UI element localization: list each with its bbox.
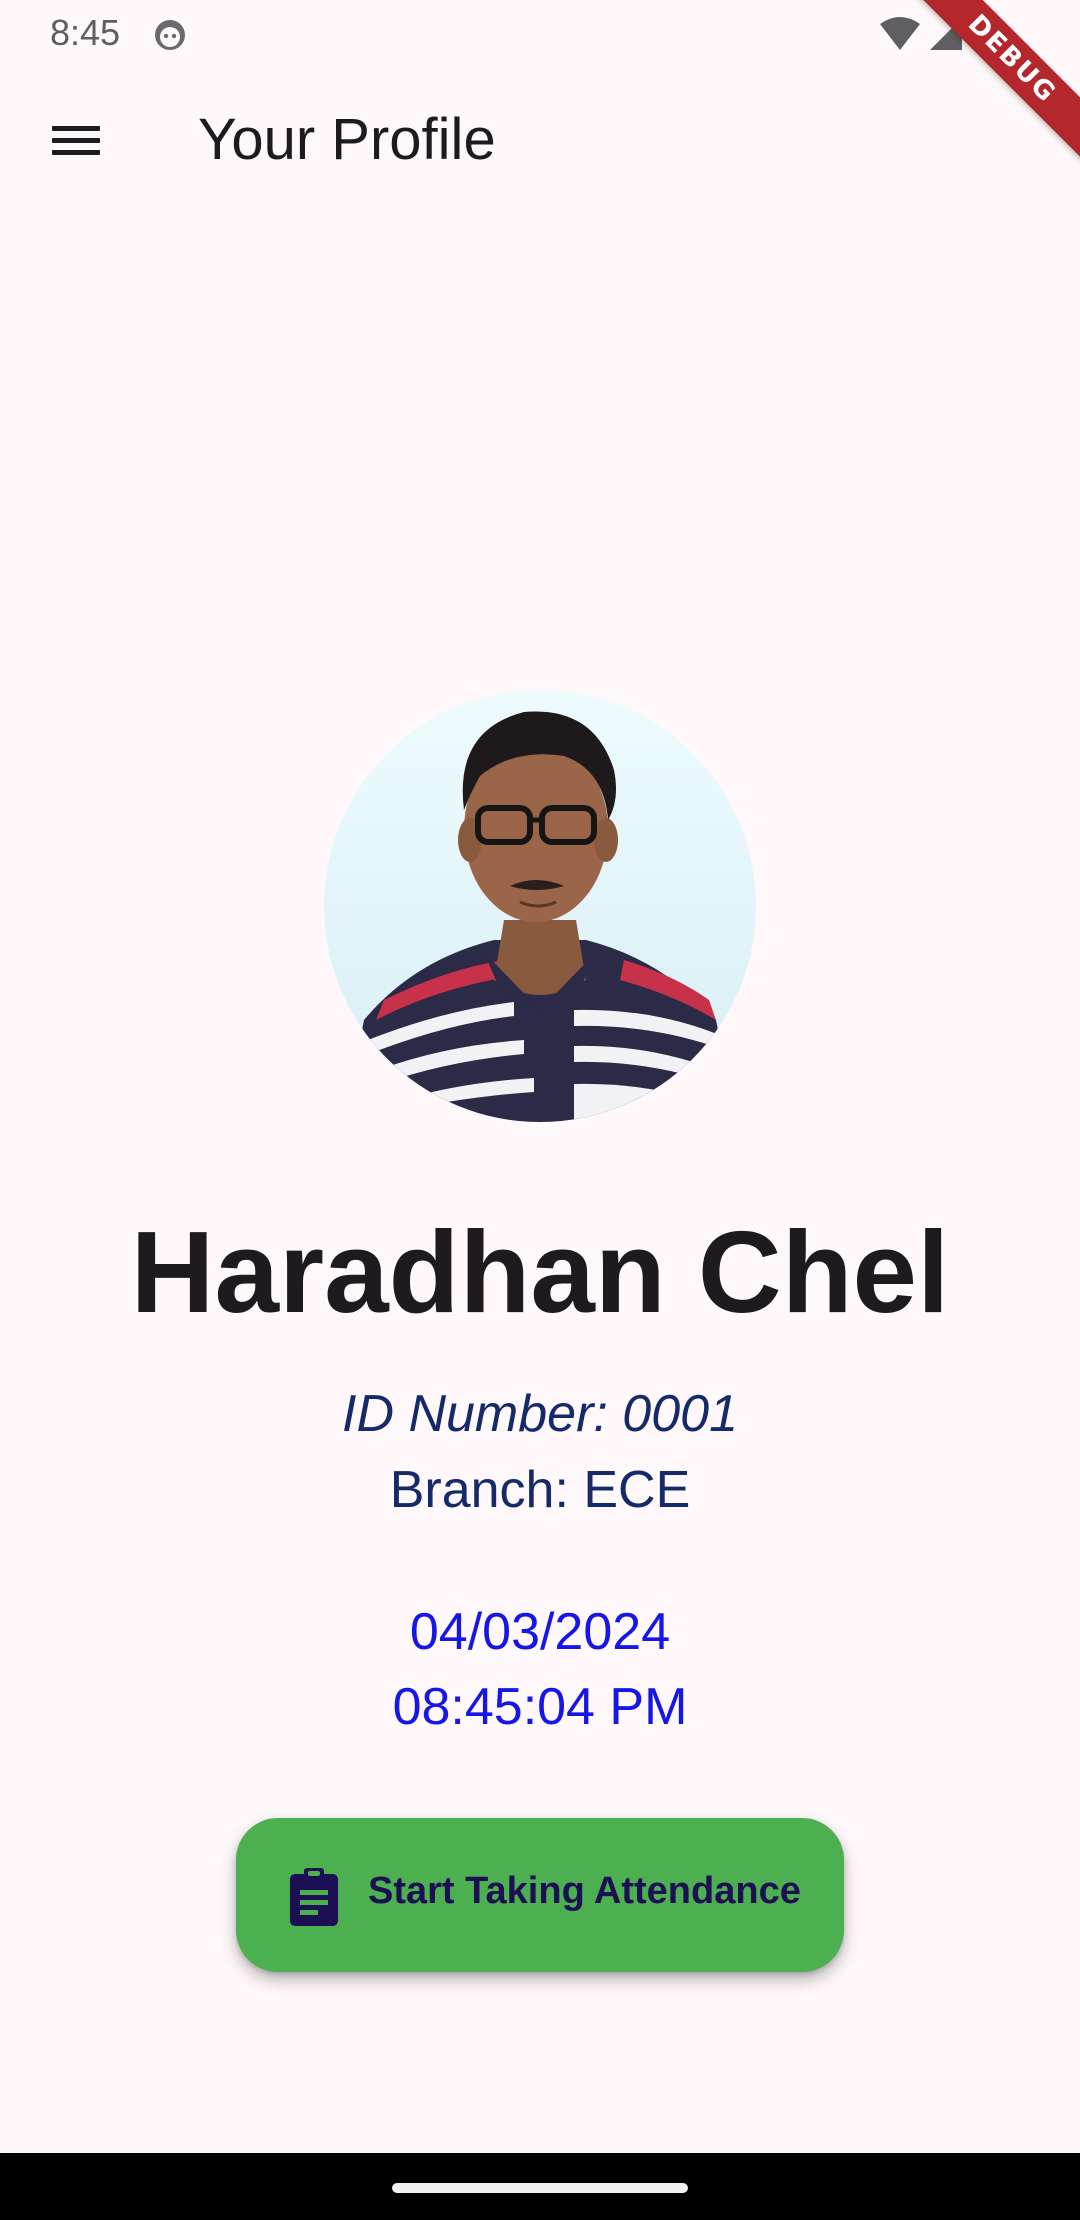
start-attendance-label: Start Taking Attendance (368, 1870, 801, 1912)
status-bar: 8:45 (0, 0, 1080, 66)
clipboard-icon (290, 1868, 338, 1926)
current-time: 08:45:04 PM (392, 1678, 688, 1736)
current-date: 04/03/2024 (409, 1603, 671, 1661)
start-attendance-button[interactable]: Start Taking Attendance (236, 1818, 844, 1972)
status-time: 8:45 (50, 12, 121, 53)
wifi-icon (880, 17, 920, 50)
id-number: ID Number: 0001 (342, 1385, 738, 1443)
user-name: Haradhan Chel (130, 1207, 950, 1337)
hamburger-menu-icon[interactable] (36, 108, 116, 172)
face-icon (155, 20, 185, 50)
branch: Branch: ECE (389, 1461, 691, 1519)
page-title: Your Profile (198, 107, 496, 172)
profile-photo (324, 690, 756, 1122)
app-bar: Your Profile (0, 66, 1080, 216)
home-indicator[interactable] (392, 2183, 688, 2193)
system-nav-bar (0, 2153, 1080, 2220)
avatar (324, 690, 756, 1122)
